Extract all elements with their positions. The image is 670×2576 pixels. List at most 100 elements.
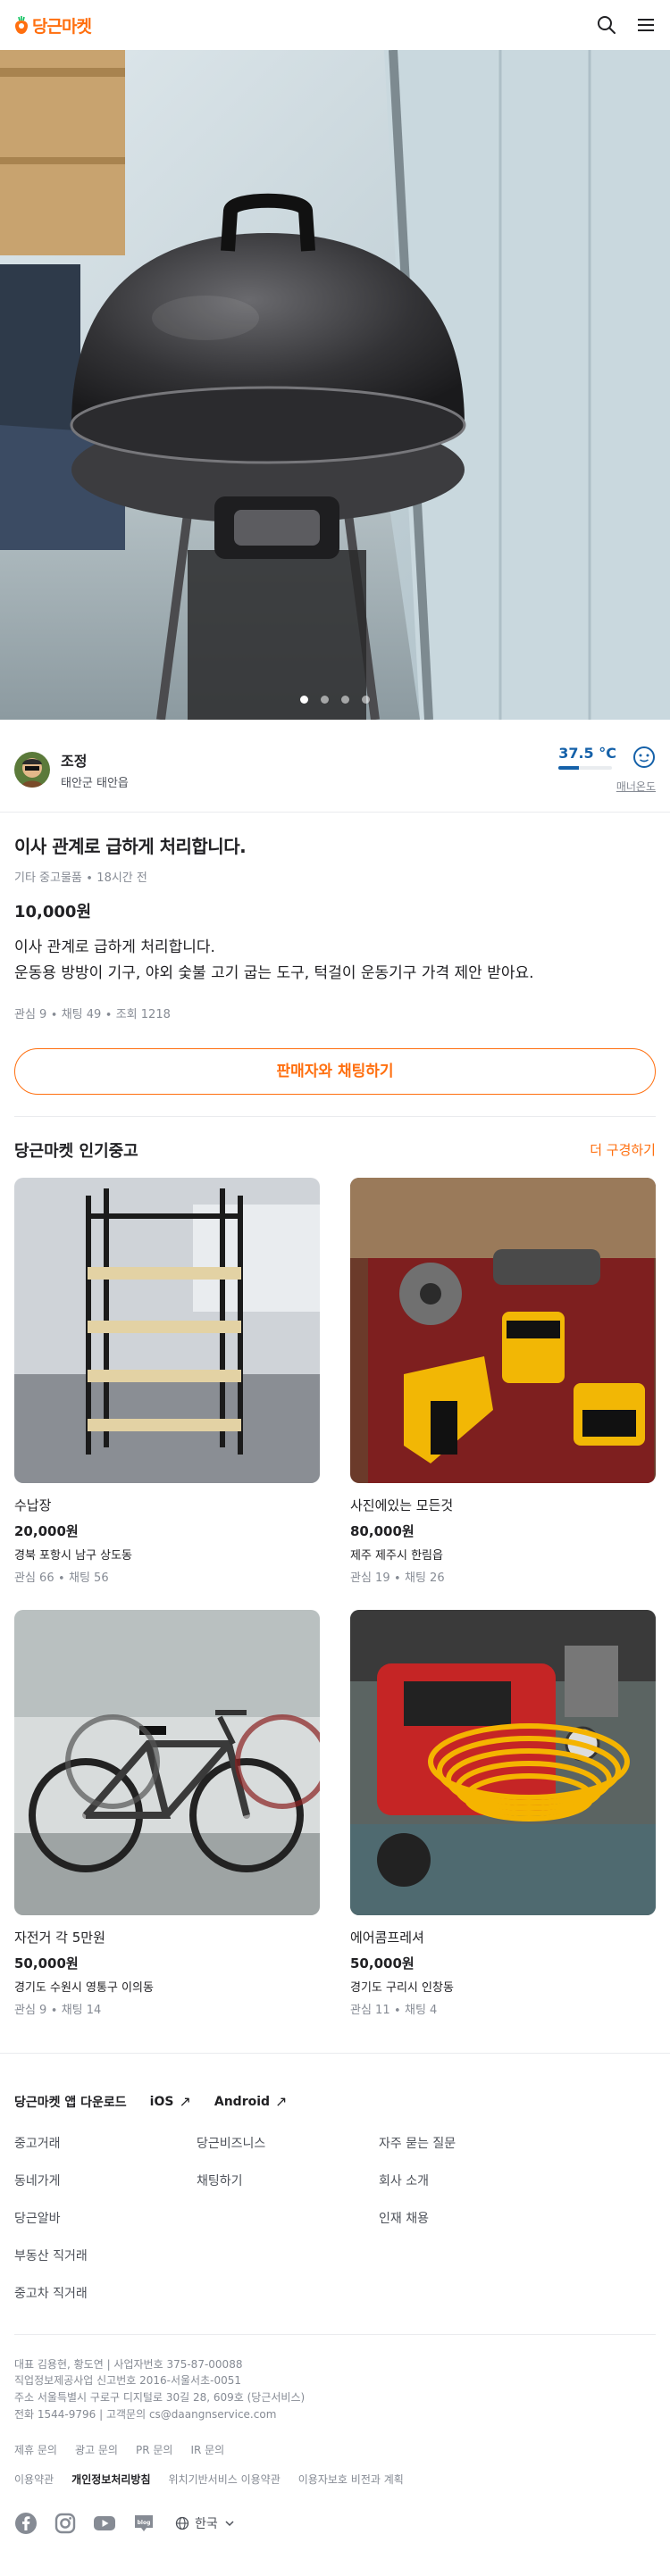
android-download-link[interactable]: Android ↗ xyxy=(214,2093,288,2110)
temperature-value: 37.5 °C xyxy=(558,745,616,762)
product-region: 경기도 구리시 인창동 xyxy=(350,1980,454,1995)
product-title: 수납장 xyxy=(14,1496,52,1513)
site-footer: 당근마켓 앱 다운로드 iOS ↗ Android ↗ 중고거래 당근비즈니스 … xyxy=(0,2052,670,2562)
footer-link[interactable]: 부동산 직거래 xyxy=(14,2247,197,2264)
product-price: 50,000원 xyxy=(350,1955,415,1972)
youtube-icon[interactable] xyxy=(93,2512,116,2535)
footer-link[interactable]: 인재 채용 xyxy=(379,2209,561,2227)
product-thumbnail xyxy=(14,1609,320,1915)
svg-text:blog: blog xyxy=(138,2520,151,2526)
product-image-carousel[interactable] xyxy=(0,50,670,720)
carousel-dot-4[interactable] xyxy=(362,696,370,704)
blog-icon[interactable]: blog xyxy=(132,2512,155,2535)
product-card[interactable]: 수납장 20,000원 경북 포항시 남구 상도동 관심 66 ∙ 채팅 56 xyxy=(14,1177,320,1585)
ios-download-link[interactable]: iOS ↗ xyxy=(150,2093,191,2110)
ios-label: iOS xyxy=(149,2094,174,2109)
seller-info[interactable]: 조정 태안군 태안읍 xyxy=(14,749,129,790)
footer-link[interactable]: 중고거래 xyxy=(14,2134,197,2152)
company-line: 직업정보제공사업 신고번호 2016-서울서초-0051 xyxy=(14,2374,242,2388)
footer-link-empty xyxy=(197,2209,379,2227)
seller-name: 조정 xyxy=(61,752,88,770)
inquiry-link[interactable]: 광고 문의 xyxy=(75,2442,118,2457)
more-link[interactable]: 더 구경하기 xyxy=(590,1140,656,1159)
article-meta: 기타 중고물품 ∙ 18시간 전 xyxy=(14,871,147,885)
product-region: 제주 제주시 한림읍 xyxy=(350,1548,443,1563)
product-price: 20,000원 xyxy=(14,1522,79,1539)
logo-text: 당근마켓 xyxy=(32,16,92,37)
carousel-dot-2[interactable] xyxy=(321,696,329,704)
app-download-label: 당근마켓 앱 다운로드 xyxy=(14,2095,127,2110)
manner-temperature: 37.5 °C 매너온도 xyxy=(558,745,656,794)
article-description: 이사 관계로 급하게 처리합니다. 운동용 방방이 기구, 야외 숯불 고기 굽… xyxy=(14,935,656,987)
smile-face-icon xyxy=(633,746,655,768)
product-region: 경북 포항시 남구 상도동 xyxy=(14,1548,132,1563)
company-line: 전화 1544-9796 | 고객문의 cs@daangnservice.com xyxy=(14,2407,277,2421)
temperature-bar xyxy=(558,766,613,770)
section-title: 당근마켓 인기중고 xyxy=(14,1141,138,1161)
thumbnail-power-tools xyxy=(350,1177,656,1483)
instagram-icon[interactable] xyxy=(54,2512,77,2535)
company-info: 대표 김용현, 황도연 | 사업자번호 375-87-00088 직업정보제공사… xyxy=(14,2356,656,2422)
carousel-indicator xyxy=(0,696,670,704)
product-photo-grill xyxy=(0,50,670,720)
product-card[interactable]: 에어콤프레셔 50,000원 경기도 구리시 인창동 관심 11 ∙ 채팅 4 xyxy=(350,1609,656,2017)
popular-items-grid: 수납장 20,000원 경북 포항시 남구 상도동 관심 66 ∙ 채팅 56 xyxy=(14,1177,656,2017)
footer-link[interactable]: 동네가게 xyxy=(14,2172,197,2189)
product-title: 자전거 각 5만원 xyxy=(14,1929,105,1946)
footer-link[interactable]: 회사 소개 xyxy=(379,2172,561,2189)
policy-links: 이용약관 개인정보처리방침 위치기반서비스 이용약관 이용자보호 비전과 계획 xyxy=(14,2472,656,2487)
policy-link[interactable]: 이용자보호 비전과 계획 xyxy=(298,2472,404,2487)
android-label: Android xyxy=(214,2094,271,2109)
company-line: 대표 김용현, 황도연 | 사업자번호 375-87-00088 xyxy=(14,2357,243,2371)
seller-region: 태안군 태안읍 xyxy=(61,776,129,790)
footer-link[interactable]: 중고차 직거래 xyxy=(14,2284,197,2302)
app-download-row: 당근마켓 앱 다운로드 iOS ↗ Android ↗ xyxy=(14,2093,656,2111)
chat-with-seller-button[interactable]: 판매자와 채팅하기 xyxy=(14,1047,656,1095)
footer-divider xyxy=(14,2333,656,2335)
thumbnail-bicycles xyxy=(14,1609,320,1915)
footer-link[interactable]: 채팅하기 xyxy=(197,2172,379,2189)
footer-link-grid: 중고거래 당근비즈니스 자주 묻는 질문 동네가게 채팅하기 회사 소개 당근알… xyxy=(14,2134,656,2302)
product-card[interactable]: 자전거 각 5만원 50,000원 경기도 수원시 영통구 이의동 관심 9 ∙… xyxy=(14,1609,320,2017)
footer-link[interactable]: 자주 묻는 질문 xyxy=(379,2134,561,2152)
policy-link[interactable]: 이용약관 xyxy=(14,2472,54,2487)
manner-temperature-label[interactable]: 매너온도 xyxy=(558,779,656,794)
facebook-icon[interactable] xyxy=(14,2512,38,2535)
inquiry-link[interactable]: PR 문의 xyxy=(136,2442,172,2457)
policy-link[interactable]: 위치기반서비스 이용약관 xyxy=(169,2472,281,2487)
footer-link[interactable]: 당근알바 xyxy=(14,2209,197,2227)
product-title: 사진에있는 모든것 xyxy=(350,1496,454,1513)
product-thumbnail xyxy=(14,1177,320,1483)
footer-link[interactable]: 당근비즈니스 xyxy=(197,2134,379,2152)
article-title: 이사 관계로 급하게 처리합니다. xyxy=(14,836,247,857)
search-icon[interactable] xyxy=(597,15,616,35)
carousel-dot-1[interactable] xyxy=(300,696,308,704)
carousel-dot-3[interactable] xyxy=(341,696,349,704)
language-selector[interactable]: 한국 xyxy=(175,2514,236,2532)
avatar[interactable] xyxy=(14,751,50,788)
product-thumbnail xyxy=(350,1177,656,1483)
social-links: blog 한국 xyxy=(14,2512,656,2535)
product-counts: 관심 11 ∙ 채팅 4 xyxy=(350,2003,438,2017)
product-thumbnail xyxy=(350,1609,656,1915)
footer-link-empty xyxy=(197,2247,379,2264)
temperature-bar-fill xyxy=(558,766,579,770)
external-link-arrow-icon: ↗ xyxy=(275,2093,288,2111)
product-title: 에어콤프레셔 xyxy=(350,1929,424,1946)
chevron-down-icon xyxy=(225,2521,234,2527)
product-price: 50,000원 xyxy=(14,1955,79,1972)
footer-link-empty xyxy=(379,2247,561,2264)
menu-icon[interactable] xyxy=(636,15,656,35)
inquiry-link[interactable]: 제휴 문의 xyxy=(14,2442,57,2457)
thumbnail-air-compressor xyxy=(350,1609,656,1915)
policy-link[interactable]: 개인정보처리방침 xyxy=(71,2472,150,2487)
logo[interactable]: 당근마켓 xyxy=(14,13,92,38)
inquiry-link[interactable]: IR 문의 xyxy=(190,2442,224,2457)
product-region: 경기도 수원시 영통구 이의동 xyxy=(14,1980,154,1995)
product-counts: 관심 9 ∙ 채팅 14 xyxy=(14,2003,102,2017)
product-counts: 관심 66 ∙ 채팅 56 xyxy=(14,1571,109,1585)
product-counts: 관심 19 ∙ 채팅 26 xyxy=(350,1571,445,1585)
article-price: 10,000원 xyxy=(14,903,92,921)
product-card[interactable]: 사진에있는 모든것 80,000원 제주 제주시 한림읍 관심 19 ∙ 채팅 … xyxy=(350,1177,656,1585)
product-price: 80,000원 xyxy=(350,1522,415,1539)
